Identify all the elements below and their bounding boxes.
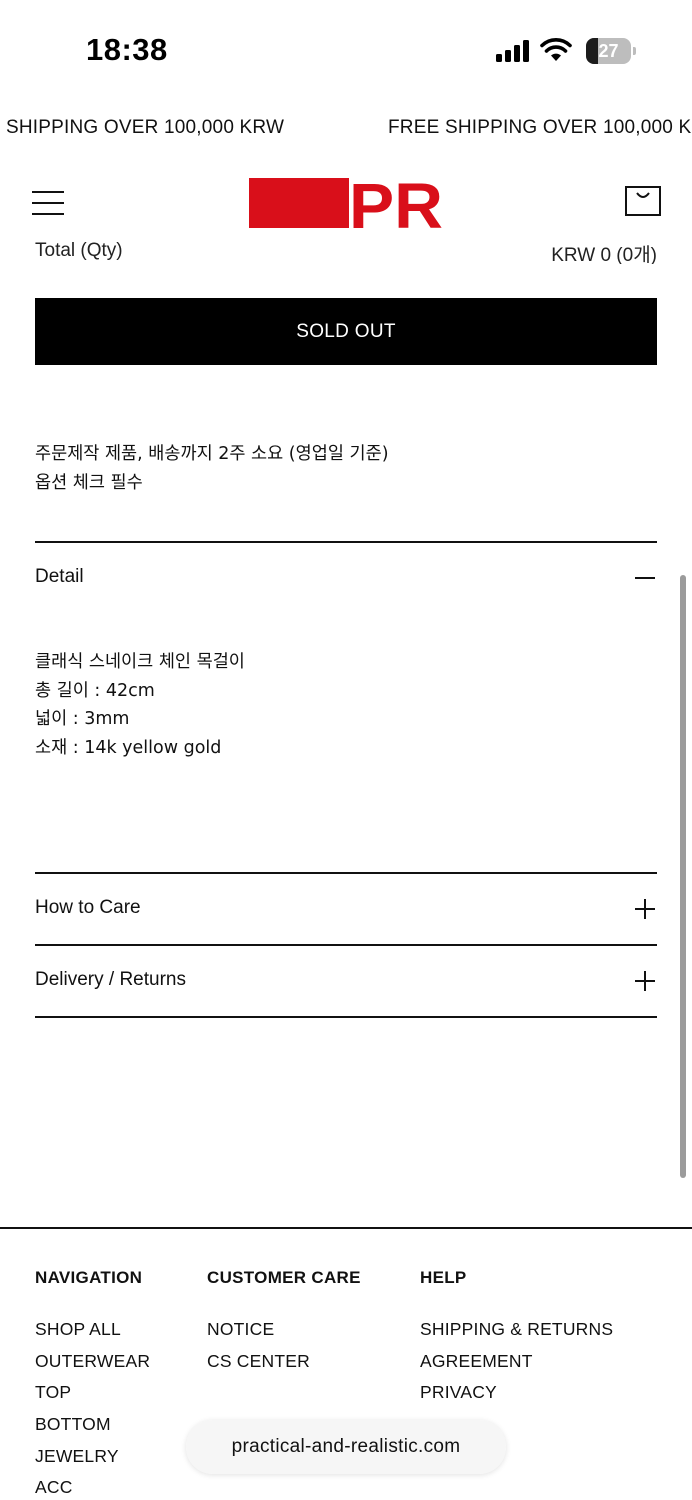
notice-line: 주문제작 제품, 배송까지 2주 소요 (영업일 기준) <box>35 444 389 464</box>
status-time: 18:38 <box>86 32 168 67</box>
divider <box>35 872 657 874</box>
accordion-title: Delivery / Returns <box>35 969 186 990</box>
footer-link-cs-center[interactable]: CS CENTER <box>207 1350 361 1382</box>
accordion-title: How to Care <box>35 897 141 918</box>
footer-link-privacy[interactable]: PRIVACY <box>420 1381 613 1413</box>
footer-link-acc[interactable]: ACC <box>35 1476 150 1500</box>
plus-icon[interactable] <box>635 971 655 991</box>
footer-link-outerwear[interactable]: OUTERWEAR <box>35 1350 150 1382</box>
browser-address-bar[interactable]: practical-and-realistic.com <box>186 1420 506 1474</box>
footer-divider <box>0 1227 692 1229</box>
footer-customer-care: CUSTOMER CARE NOTICE CS CENTER <box>207 1268 361 1381</box>
footer-link-shipping-returns[interactable]: SHIPPING & RETURNS <box>420 1318 613 1350</box>
detail-line: 소재 : 14k yellow gold <box>35 737 222 758</box>
footer-link-jewelry[interactable]: JEWELRY <box>35 1445 150 1477</box>
site-header: PR <box>0 165 692 241</box>
footer-heading: HELP <box>420 1268 467 1287</box>
footer-link-bottom[interactable]: BOTTOM <box>35 1413 150 1445</box>
divider <box>35 944 657 946</box>
divider <box>35 1016 657 1018</box>
order-notice: 주문제작 제품, 배송까지 2주 소요 (영업일 기준) 옵션 체크 필수 <box>35 440 389 498</box>
brand-logo[interactable]: PR <box>249 176 443 230</box>
wifi-icon <box>540 37 572 63</box>
marquee-item: SHIPPING OVER 100,000 KRW <box>6 117 285 138</box>
detail-line: 클래식 스네이크 체인 목걸이 <box>35 652 245 672</box>
footer-help: HELP SHIPPING & RETURNS AGREEMENT PRIVAC… <box>420 1268 613 1413</box>
battery-icon: 27 <box>586 38 636 64</box>
accordion-delivery-header[interactable]: Delivery / Returns <box>35 961 657 1001</box>
footer-heading: CUSTOMER CARE <box>207 1268 361 1287</box>
accordion-detail-header[interactable]: Detail <box>35 558 657 598</box>
footer-link-notice[interactable]: NOTICE <box>207 1318 361 1350</box>
detail-line: 넓이 : 3mm <box>35 709 130 729</box>
footer-link-top[interactable]: TOP <box>35 1381 150 1413</box>
footer-link-shop-all[interactable]: SHOP ALL <box>35 1318 150 1350</box>
cellular-signal-icon <box>496 40 532 62</box>
detail-line: 총 길이 : 42cm <box>35 680 155 701</box>
accordion-title: Detail <box>35 566 84 587</box>
total-value: KRW 0 (0개) <box>551 245 657 264</box>
shopping-bag-icon[interactable] <box>625 186 661 216</box>
battery-level: 27 <box>598 41 619 61</box>
footer-heading: NAVIGATION <box>35 1268 143 1287</box>
marquee-item: FREE SHIPPING OVER 100,000 K <box>388 117 692 138</box>
shipping-marquee: SHIPPING OVER 100,000 KRW FREE SHIPPING … <box>0 117 692 143</box>
divider <box>35 541 657 543</box>
status-bar: 18:38 27 <box>0 0 692 100</box>
footer-navigation: NAVIGATION SHOP ALL OUTERWEAR TOP BOTTOM… <box>35 1268 150 1500</box>
page-scrollbar[interactable] <box>680 575 686 1178</box>
accordion-detail-body: 클래식 스네이크 체인 목걸이 총 길이 : 42cm 넓이 : 3mm 소재 … <box>35 648 245 762</box>
footer-link-agreement[interactable]: AGREEMENT <box>420 1350 613 1382</box>
logo-text: PR <box>349 176 443 230</box>
notice-line: 옵션 체크 필수 <box>35 473 143 493</box>
plus-icon[interactable] <box>635 899 655 919</box>
hamburger-menu-icon[interactable] <box>32 191 64 215</box>
total-label: Total (Qty) <box>35 240 123 261</box>
accordion-care-header[interactable]: How to Care <box>35 889 657 929</box>
sold-out-button[interactable]: SOLD OUT <box>35 298 657 365</box>
minus-icon[interactable] <box>635 568 655 588</box>
